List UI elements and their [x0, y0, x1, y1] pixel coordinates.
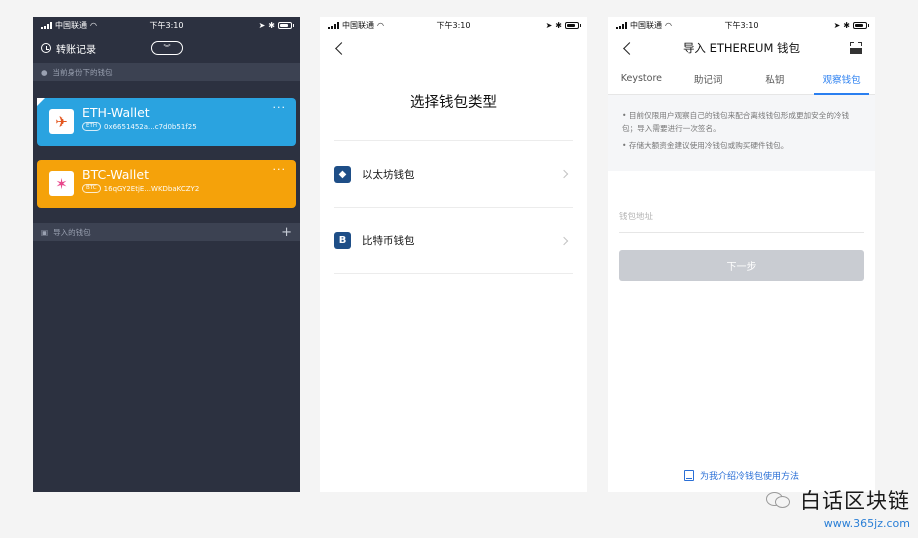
location-icon: ➤: [545, 20, 553, 30]
signal-icon: [328, 21, 339, 29]
bitcoin-wallet-option[interactable]: B 比特币钱包: [334, 207, 573, 274]
watermark: 白话区块链 www.365jz.com: [766, 485, 910, 530]
eth-wallet-card[interactable]: ✈ ETH-Wallet ETH 0x6651452a...c7d0b51f25…: [37, 98, 296, 146]
chevron-right-icon: [559, 236, 569, 245]
option-label: 比特币钱包: [362, 235, 415, 247]
wallet-name: ETH-Wallet: [82, 105, 150, 120]
cold-wallet-guide-link[interactable]: 为我介绍冷钱包使用方法: [608, 469, 875, 482]
wechat-icon: [766, 490, 792, 510]
signal-icon: [616, 21, 627, 29]
wallet-address-field[interactable]: [619, 181, 864, 233]
nav-bar: [320, 33, 587, 63]
add-icon[interactable]: +: [281, 225, 292, 240]
watermark-url: www.365jz.com: [823, 517, 910, 530]
clock-icon: [41, 43, 51, 53]
notice-text: • 存储大额资金建议使用冷钱包或购买硬件钱包。: [622, 141, 789, 150]
import-ethereum-wallet-screen: 中国联通 ◠ 下午3:10 ➤ ✱ 导入 ETHEREUM 钱包 Keystor…: [608, 17, 875, 492]
carrier-label: 中国联通: [630, 20, 662, 30]
page-title: 选择钱包类型: [410, 95, 497, 111]
nav-bar: 导入 ETHEREUM 钱包: [608, 33, 875, 63]
transfer-history-header[interactable]: 转账记录 ︾: [33, 33, 300, 63]
signal-icon: [41, 21, 52, 29]
imported-section-label: 导入的钱包: [53, 227, 91, 237]
carrier-label: 中国联通: [55, 20, 87, 30]
ethereum-wallet-option[interactable]: ◆ 以太坊钱包: [334, 140, 573, 207]
back-icon[interactable]: [623, 42, 636, 55]
chevron-double-down-icon[interactable]: ︾: [151, 41, 183, 55]
wallet-address: 16qGY2EtjE...WKDbaKCZY2: [103, 184, 200, 193]
more-icon[interactable]: ···: [273, 101, 287, 114]
status-bar: 中国联通 ◠ 下午3:10 ➤ ✱: [320, 17, 587, 33]
bluetooth-icon: ✱: [843, 20, 850, 30]
tab-mnemonic[interactable]: 助记词: [675, 63, 742, 94]
book-icon: [683, 470, 694, 481]
battery-icon: [853, 21, 869, 29]
battery-icon: [565, 21, 581, 29]
wallet-address: 0x6651452a...c7d0b51f25: [103, 122, 197, 131]
status-bar: 中国联通 ◠ 下午3:10 ➤ ✱: [33, 17, 300, 33]
option-label: 以太坊钱包: [362, 168, 415, 181]
back-icon[interactable]: [335, 41, 348, 55]
wallet-name: BTC-Wallet: [82, 167, 149, 182]
transfer-history-label: 转账记录: [56, 44, 96, 56]
wallet-list-screen: 中国联通 ◠ 下午3:10 ➤ ✱ 转账记录 ︾ ● 当前身份下的钱包 ✈ ET…: [33, 17, 300, 492]
wallet-type-list: ◆ 以太坊钱包 B 比特币钱包: [334, 140, 573, 274]
carrier-label: 中国联通: [342, 20, 374, 30]
chevron-right-icon: [559, 169, 569, 179]
scan-qr-icon[interactable]: [850, 42, 862, 54]
wifi-icon: ◠: [90, 20, 97, 30]
wallet-address-input[interactable]: [619, 212, 864, 222]
wallet-type-badge: ETH: [82, 122, 101, 131]
location-icon: ➤: [833, 20, 841, 30]
watermark-name: 白话区块链: [800, 489, 910, 513]
ethereum-icon: ◆: [334, 165, 351, 183]
corner-indicator: [37, 98, 45, 106]
location-icon: ➤: [258, 20, 266, 30]
notice-box: • 目前仅限用户观察自己的钱包来配合离线钱包形成更加安全的冷钱包；导入需要进行一…: [608, 95, 875, 171]
tab-private-key[interactable]: 私钥: [742, 63, 809, 94]
wifi-icon: ◠: [665, 20, 672, 30]
bluetooth-icon: ✱: [555, 20, 562, 30]
user-icon: ●: [41, 67, 48, 77]
wallet-type-badge: BTC: [82, 184, 101, 193]
import-method-tabs: Keystore 助记词 私钥 观察钱包: [608, 63, 875, 95]
tab-watch-wallet[interactable]: 观察钱包: [808, 63, 875, 95]
more-icon[interactable]: ···: [273, 163, 287, 176]
notice-text: • 目前仅限用户观察自己的钱包来配合离线钱包形成更加安全的冷钱包；导入需要进行一…: [622, 111, 850, 133]
tab-keystore[interactable]: Keystore: [608, 63, 675, 94]
imported-wallets-section: ▣ 导入的钱包 +: [33, 223, 300, 241]
eth-wallet-logo-icon: ✈: [49, 109, 74, 134]
next-button[interactable]: 下一步: [619, 250, 864, 281]
wifi-icon: ◠: [377, 20, 384, 30]
identity-wallets-section: ● 当前身份下的钱包: [33, 63, 300, 81]
choose-wallet-type-screen: 中国联通 ◠ 下午3:10 ➤ ✱ 选择钱包类型 ◆ 以太坊钱包 B 比特币钱包: [320, 17, 587, 492]
bluetooth-icon: ✱: [268, 20, 275, 30]
wallet-icon: ▣: [41, 227, 49, 237]
guide-link-text: 为我介绍冷钱包使用方法: [699, 472, 799, 482]
page-title: 导入 ETHEREUM 钱包: [682, 41, 801, 55]
battery-icon: [278, 21, 294, 29]
bitcoin-icon: B: [334, 232, 351, 249]
identity-section-label: 当前身份下的钱包: [52, 67, 113, 77]
btc-wallet-logo-icon: ✶: [49, 171, 74, 196]
status-bar: 中国联通 ◠ 下午3:10 ➤ ✱: [608, 17, 875, 33]
btc-wallet-card[interactable]: ✶ BTC-Wallet BTC 16qGY2EtjE...WKDbaKCZY2…: [37, 160, 296, 208]
